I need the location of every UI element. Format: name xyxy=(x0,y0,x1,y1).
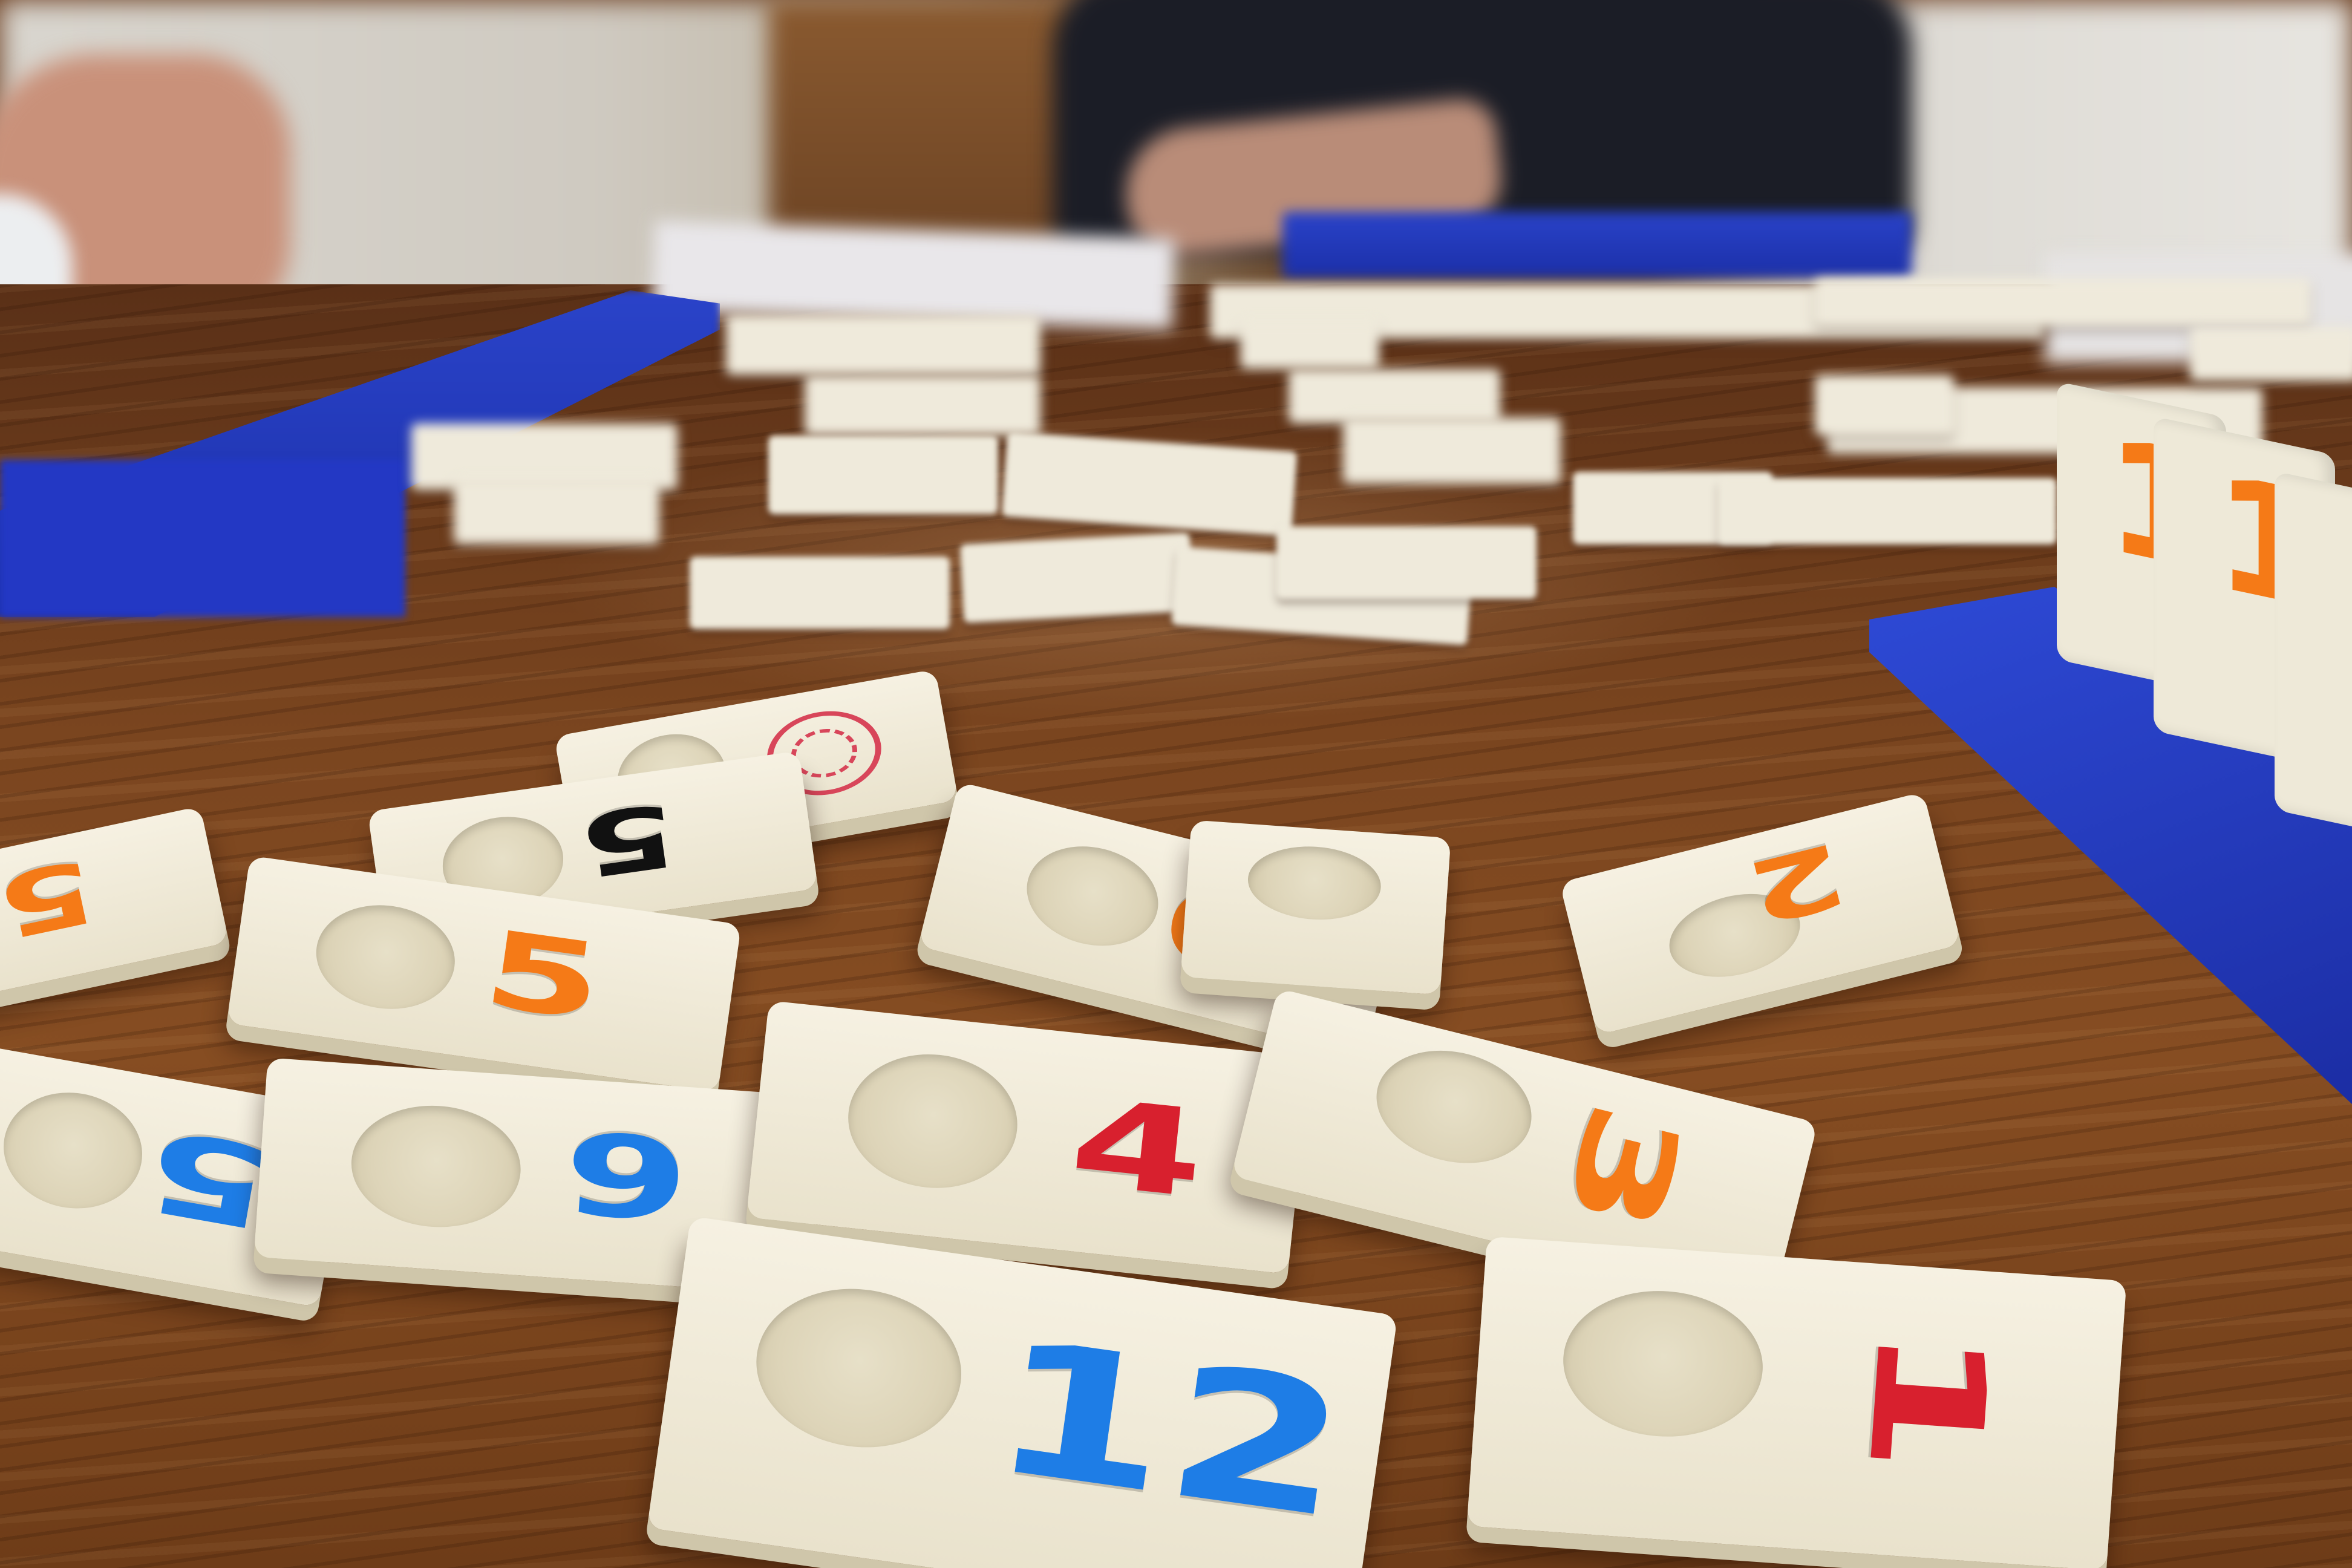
tile-number: 4 xyxy=(1063,1072,1212,1226)
background-cabinet xyxy=(768,0,1083,254)
tile-dimple xyxy=(309,896,462,1018)
tile-mid xyxy=(768,436,998,514)
tile-mid xyxy=(1276,526,1537,599)
tile-mid xyxy=(1718,478,2057,544)
tile-dimple xyxy=(746,1276,972,1460)
score-papers xyxy=(652,221,1175,330)
tile-dimple xyxy=(1016,833,1169,959)
tile-rack-far xyxy=(1282,212,1912,278)
rack-tile-edge xyxy=(2275,471,2352,836)
tile-number: 5 xyxy=(0,838,105,957)
tile-far xyxy=(1240,321,1379,369)
tile-rack-left-front xyxy=(0,460,405,617)
tile-far xyxy=(1815,375,1954,436)
tile-far xyxy=(805,375,1040,436)
tile-far xyxy=(2190,327,2352,381)
tile-dimple xyxy=(347,1100,525,1233)
tile-number: 3 xyxy=(1535,1088,1710,1247)
tile-number: 2 xyxy=(1737,822,1856,944)
tile-red-1: 1 xyxy=(1466,1236,2127,1568)
tile-dimple xyxy=(1558,1284,1768,1443)
tile-far xyxy=(1343,417,1561,484)
tile-far xyxy=(726,315,1040,375)
tile-number: 5 xyxy=(573,782,683,896)
tile-number: 12 xyxy=(979,1299,1359,1560)
photo-scene: 1 1 5 5 5 9 2 5 6 xyxy=(0,0,2352,1568)
tile-dimple xyxy=(1245,842,1383,924)
tile-number: 6 xyxy=(558,1104,694,1244)
tile-number: 1 xyxy=(1834,1318,2022,1483)
tile-number: 5 xyxy=(476,907,610,1045)
tile-underneath xyxy=(1180,820,1451,995)
tile-far xyxy=(1289,369,1500,423)
tile-dimple xyxy=(1364,1034,1544,1179)
tile-mid xyxy=(959,532,1194,623)
tile-mid xyxy=(690,557,950,629)
tile-row-far-right xyxy=(1815,278,2311,327)
tile-far xyxy=(454,478,659,544)
tile-dimple xyxy=(0,1082,152,1220)
tile-dimple xyxy=(841,1046,1024,1197)
